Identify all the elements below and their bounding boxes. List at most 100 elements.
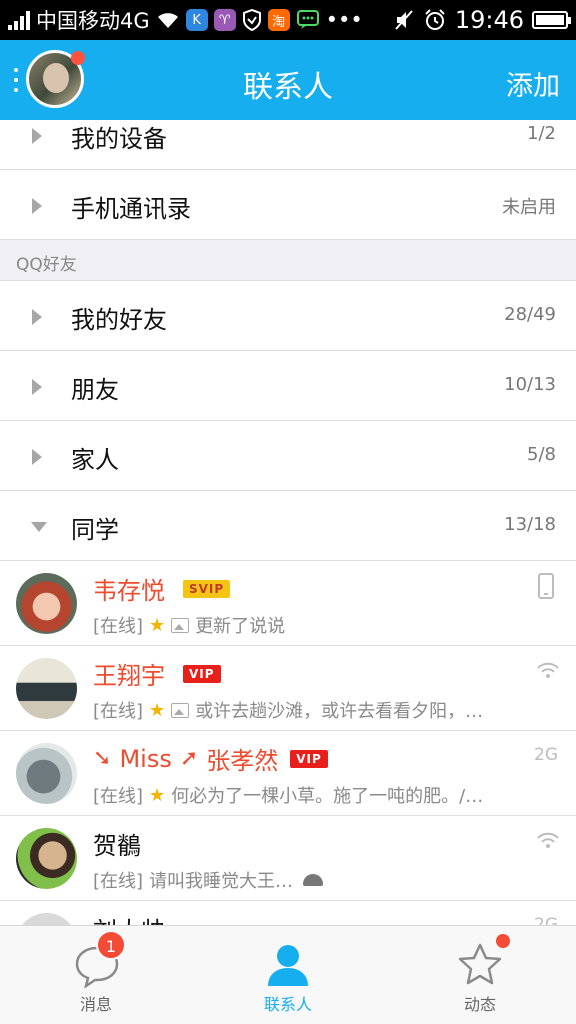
- online-status: [在线]: [93, 871, 144, 892]
- group-friends[interactable]: 朋友 10/13: [0, 351, 576, 421]
- status-left: 中国移动4G K ♈ 淘 •••: [8, 5, 363, 35]
- group-name: 手机通讯录: [71, 195, 191, 223]
- k-app-icon: K: [185, 9, 208, 31]
- expand-arrow-icon: [32, 128, 42, 144]
- tab-messages[interactable]: 1 消息: [0, 926, 192, 1024]
- group-my-friends[interactable]: 我的好友 28/49: [0, 281, 576, 351]
- friend-status-line: [在线] 请叫我睡觉大王…: [93, 867, 513, 893]
- add-button[interactable]: 添加: [506, 64, 560, 103]
- alarm-icon: [425, 9, 445, 30]
- star-icon: ★: [149, 784, 166, 806]
- expand-arrow-icon: [32, 309, 42, 325]
- avatar[interactable]: [16, 743, 77, 804]
- friend-name-line: 王翔宇 VIP: [93, 656, 221, 691]
- android-icon: [303, 874, 324, 886]
- image-icon: [171, 617, 190, 633]
- online-status: [在线]: [93, 701, 144, 722]
- expand-arrow-icon: [32, 379, 42, 395]
- tab-label: 动态: [463, 995, 496, 1014]
- avatar[interactable]: [16, 658, 77, 719]
- wifi-icon: [537, 832, 559, 848]
- friend-name: 刘大帅: [93, 911, 165, 925]
- friend-row[interactable]: 王翔宇 VIP [在线] ★ 或许去趟沙滩，或许去看看夕阳，…: [0, 646, 576, 731]
- friend-row[interactable]: ➘ Miss ➚ 张孝然 VIP [在线] ★ 何必为了一棵小草。施了一吨的肥。…: [0, 731, 576, 816]
- friend-signature: 或许去趟沙滩，或许去看看夕阳，…: [195, 701, 484, 722]
- friend-signature: 更新了说说: [195, 616, 286, 637]
- battery-icon: [532, 11, 571, 29]
- online-status: [在线]: [93, 616, 144, 637]
- feed-notification-dot: [496, 934, 510, 948]
- vip-badge: VIP: [290, 749, 328, 768]
- friend-name: 韦存悦: [93, 577, 165, 605]
- friend-name: 贺鶺: [93, 832, 141, 860]
- friend-status-line: [在线] ★ 或许去趟沙滩，或许去看看夕阳，…: [93, 697, 513, 723]
- bottom-tab-bar: 1 消息 联系人 动态: [0, 925, 576, 1024]
- friend-status-line: [在线] ★ 更新了说说: [93, 612, 513, 638]
- vip-badge: VIP: [183, 664, 221, 683]
- friend-status-line: [在线] ★ 何必为了一棵小草。施了一吨的肥。/…: [93, 782, 513, 808]
- friend-name: 王翔宇: [93, 662, 165, 690]
- avatar[interactable]: [16, 828, 77, 889]
- group-count: 10/13: [504, 374, 556, 395]
- shield-app-icon: [242, 9, 261, 31]
- collapse-arrow-icon: [31, 522, 47, 532]
- expand-arrow-icon: [32, 449, 42, 465]
- carrier-label: 中国移动4G: [36, 9, 150, 33]
- group-count: 28/49: [504, 304, 556, 325]
- star-icon: [458, 943, 502, 985]
- avatar[interactable]: [16, 573, 77, 634]
- group-count: 1/2: [527, 123, 556, 144]
- contact-list[interactable]: 我的设备 1/2 手机通讯录 未启用 QQ好友 我的好友 28/49 朋友 10…: [0, 120, 576, 925]
- status-bar: 中国移动4G K ♈ 淘 ••• 19:46: [0, 0, 576, 40]
- group-count: 5/8: [527, 444, 556, 465]
- group-family[interactable]: 家人 5/8: [0, 421, 576, 491]
- unread-badge: 1: [96, 930, 126, 960]
- group-name: 家人: [71, 446, 119, 474]
- friend-row[interactable]: 贺鶺 [在线] 请叫我睡觉大王…: [0, 816, 576, 901]
- section-header-qq-friends: QQ好友: [0, 240, 576, 281]
- friend-signature: 请叫我睡觉大王…: [149, 871, 294, 892]
- group-phone-contacts[interactable]: 手机通讯录 未启用: [0, 170, 576, 240]
- group-name: 我的设备: [71, 125, 167, 153]
- tab-feed[interactable]: 动态: [384, 926, 576, 1024]
- avatar[interactable]: [16, 913, 77, 925]
- image-icon: [171, 702, 190, 718]
- group-count: 13/18: [504, 514, 556, 535]
- online-status: [在线]: [93, 786, 144, 807]
- svip-badge: SVIP: [183, 579, 231, 598]
- wifi-status-icon: [157, 13, 178, 28]
- tab-label: 联系人: [263, 995, 312, 1014]
- expand-arrow-icon: [32, 198, 42, 214]
- group-classmates[interactable]: 同学 13/18: [0, 491, 576, 561]
- friend-name-prefix: Miss: [119, 744, 172, 773]
- page-title: 联系人: [243, 70, 333, 105]
- screen: 中国移动4G K ♈ 淘 ••• 19:46 联系人 添加 我的设备 1/2 手…: [0, 0, 576, 1024]
- signal-icon: [8, 10, 30, 30]
- group-name: 我的好友: [71, 306, 167, 334]
- status-right: 19:46: [393, 6, 571, 34]
- group-my-devices[interactable]: 我的设备 1/2: [0, 120, 576, 170]
- tab-contacts[interactable]: 联系人: [192, 926, 384, 1024]
- clock-time: 19:46: [454, 6, 524, 34]
- group-count: 未启用: [502, 197, 556, 218]
- friend-row[interactable]: 刘大帅 2G: [0, 901, 576, 925]
- wifi-icon: [537, 662, 559, 678]
- aries-app-icon: ♈: [213, 9, 236, 31]
- contacts-person-icon: [268, 945, 308, 986]
- group-name: 同学: [71, 516, 119, 544]
- arrow-in-right-icon: ➚: [179, 746, 199, 771]
- friend-name-line: ➘ Miss ➚ 张孝然 VIP: [93, 741, 328, 776]
- group-name: 朋友: [71, 376, 119, 404]
- friend-row[interactable]: 韦存悦 SVIP [在线] ★ 更新了说说: [0, 561, 576, 646]
- star-icon: ★: [149, 699, 166, 721]
- more-notifications-icon: •••: [325, 8, 363, 32]
- wechat-app-icon: [296, 10, 319, 29]
- network-2g-indicator: 2G: [534, 745, 558, 765]
- friend-name-line: 贺鶺: [93, 826, 141, 861]
- title-bar: 联系人 添加: [0, 40, 576, 120]
- network-2g-indicator: 2G: [534, 915, 558, 925]
- friend-signature: 何必为了一棵小草。施了一吨的肥。/…: [171, 786, 484, 807]
- section-title: QQ好友: [16, 255, 77, 275]
- friend-name-line: 刘大帅: [93, 911, 165, 925]
- mute-icon: [395, 10, 413, 30]
